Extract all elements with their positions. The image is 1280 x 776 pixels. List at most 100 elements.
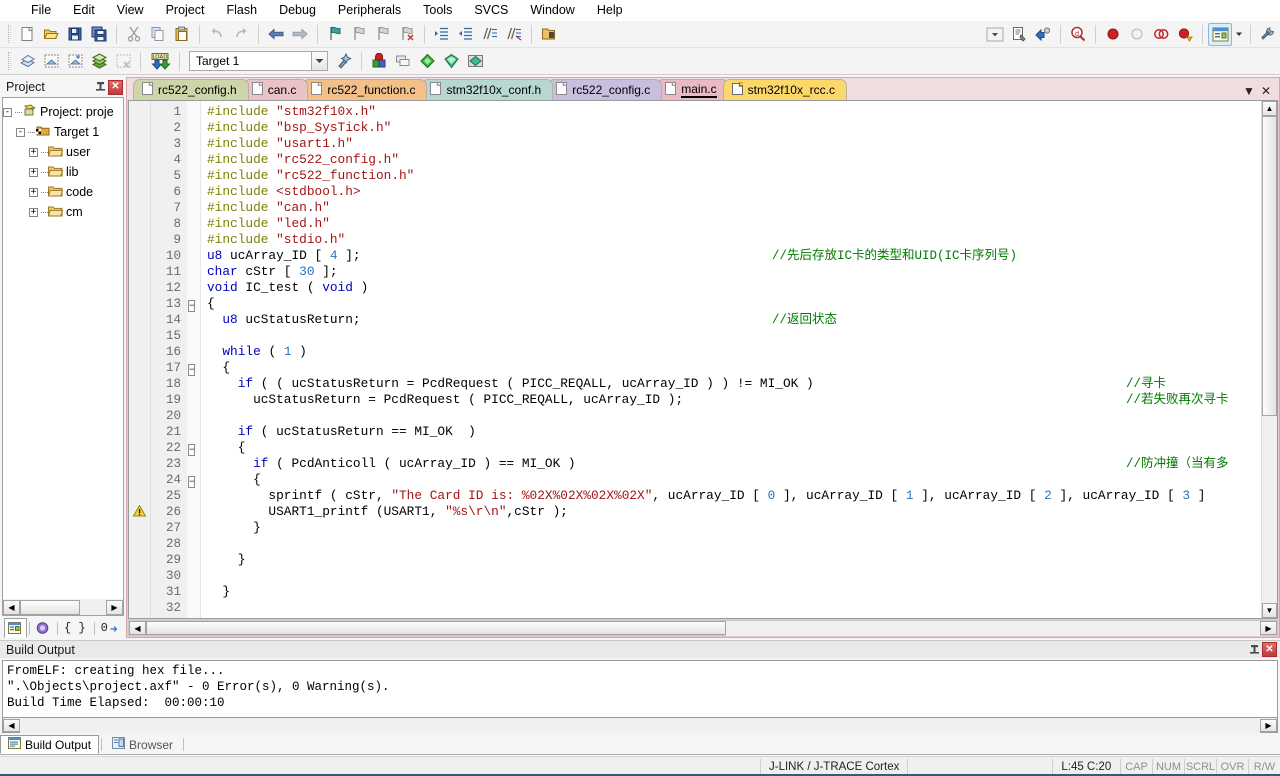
navigate-forward-icon[interactable] xyxy=(288,23,312,46)
code-line[interactable]: #include <stdbool.h> xyxy=(207,184,1261,200)
tree-node-project-proje[interactable]: -Project: proje xyxy=(3,102,123,122)
code-editor[interactable]: 1234567891011121314151617181920212223242… xyxy=(128,100,1278,619)
breakpoint-kill-all-icon[interactable] xyxy=(1149,23,1173,46)
manage-project-items-icon[interactable] xyxy=(391,50,415,73)
close-icon[interactable]: ✕ xyxy=(1262,642,1277,657)
toolbar-grip[interactable] xyxy=(8,52,11,70)
menu-item-project[interactable]: Project xyxy=(155,1,216,19)
fold-marker[interactable] xyxy=(187,600,200,616)
tree-expander[interactable]: - xyxy=(16,128,25,137)
close-icon[interactable]: ✕ xyxy=(1261,85,1271,97)
build-output-text[interactable]: FromELF: creating hex file...".\Objects\… xyxy=(2,660,1278,718)
code-line[interactable] xyxy=(207,600,1261,616)
project-view-icon[interactable]: ‌ xyxy=(4,618,27,638)
cut-icon[interactable] xyxy=(122,23,146,46)
code-line[interactable]: sprintf ( cStr, "The Card ID is: %02X%02… xyxy=(207,488,1261,504)
comment-icon[interactable] xyxy=(478,23,502,46)
fold-marker[interactable] xyxy=(187,568,200,584)
code-line[interactable] xyxy=(207,408,1261,424)
templates-view-icon[interactable]: 0 ‌ xyxy=(97,618,125,638)
editor-tab-can-c[interactable]: can.c xyxy=(243,79,309,100)
fold-marker[interactable] xyxy=(187,504,200,520)
open-folder-icon[interactable] xyxy=(537,23,561,46)
code-line[interactable]: #include "bsp_SysTick.h" xyxy=(207,120,1261,136)
bottom-tab-build-output[interactable]: Build Output xyxy=(0,735,99,754)
code-line[interactable]: #include "rc522_config.h" xyxy=(207,152,1261,168)
menu-item-peripherals[interactable]: Peripherals xyxy=(327,1,412,19)
tree-node-target-1[interactable]: -Target 1 xyxy=(3,122,123,142)
scroll-up-icon[interactable]: ▲ xyxy=(1262,101,1277,116)
code-line[interactable]: { xyxy=(207,440,1261,456)
open-file-icon[interactable] xyxy=(39,23,63,46)
code-line[interactable]: while ( 1 ) xyxy=(207,344,1261,360)
code-line[interactable]: void IC_test ( void ) xyxy=(207,280,1261,296)
bookmark-clear-icon[interactable] xyxy=(395,23,419,46)
fold-marker[interactable] xyxy=(187,392,200,408)
fold-marker[interactable] xyxy=(187,312,200,328)
menu-item-edit[interactable]: Edit xyxy=(62,1,106,19)
scroll-right-icon[interactable]: ▶ xyxy=(1260,719,1277,732)
books-view-icon[interactable]: ‌ xyxy=(32,618,55,638)
save-all-icon[interactable] xyxy=(87,23,111,46)
code-line[interactable] xyxy=(207,328,1261,344)
vscroll-track[interactable] xyxy=(1262,416,1277,603)
fold-marker[interactable] xyxy=(187,520,200,536)
tree-node-lib[interactable]: +lib xyxy=(3,162,123,182)
fold-marker[interactable] xyxy=(187,344,200,360)
editor-tab-rc522-function-c[interactable]: rc522_function.c xyxy=(302,79,427,100)
code-line[interactable]: #include "rc522_function.h" xyxy=(207,168,1261,184)
menu-item-help[interactable]: Help xyxy=(586,1,634,19)
menu-item-window[interactable]: Window xyxy=(519,1,585,19)
breakpoint-disable-icon[interactable] xyxy=(1125,23,1149,46)
code-line[interactable]: ucStatusReturn = PcdRequest ( PICC_REQAL… xyxy=(207,392,1261,408)
target-options-wizard-icon[interactable] xyxy=(332,50,356,73)
tree-expander[interactable]: - xyxy=(3,108,12,117)
hscroll-track[interactable] xyxy=(80,600,106,615)
hscroll-track[interactable] xyxy=(20,718,1260,733)
fold-marker[interactable] xyxy=(187,536,200,552)
editor-hscrollbar[interactable]: ◀ ▶ xyxy=(128,619,1278,637)
scroll-left-icon[interactable]: ◀ xyxy=(3,719,20,732)
menu-item-debug[interactable]: Debug xyxy=(268,1,327,19)
svcs-icon[interactable] xyxy=(439,50,463,73)
code-line[interactable] xyxy=(207,568,1261,584)
manage-windows-icon[interactable] xyxy=(1208,23,1232,46)
fold-marker[interactable]: − xyxy=(187,472,200,488)
redo-icon[interactable] xyxy=(229,23,253,46)
fold-marker[interactable] xyxy=(187,456,200,472)
indent-icon[interactable] xyxy=(430,23,454,46)
breakpoint-disable-all-icon[interactable] xyxy=(1173,23,1197,46)
tree-expander[interactable]: + xyxy=(29,168,38,177)
navigate-back-icon[interactable] xyxy=(264,23,288,46)
code-line[interactable]: u8 ucArray_ID [ 4 ]; xyxy=(207,248,1261,264)
menu-item-svcs[interactable]: SVCS xyxy=(463,1,519,19)
tree-expander[interactable]: + xyxy=(29,188,38,197)
fold-marker[interactable] xyxy=(187,120,200,136)
editor-tab-main-c[interactable]: main.c xyxy=(656,79,728,100)
download-icon[interactable]: LOAD xyxy=(146,50,174,73)
editor-tab-rc522-config-h[interactable]: rc522_config.h xyxy=(133,79,249,100)
fold-marker[interactable] xyxy=(187,152,200,168)
fold-marker[interactable] xyxy=(187,408,200,424)
start-debug-icon[interactable] xyxy=(1031,23,1055,46)
fold-marker[interactable] xyxy=(187,376,200,392)
manage-runtime-icon[interactable] xyxy=(463,50,487,73)
hscroll-track[interactable] xyxy=(726,621,1260,636)
fold-marker[interactable] xyxy=(187,232,200,248)
scroll-left-icon[interactable]: ◀ xyxy=(129,621,146,635)
manage-windows-arrow-icon[interactable] xyxy=(1232,23,1245,46)
copy-icon[interactable] xyxy=(146,23,170,46)
chevron-down-icon[interactable]: ▼ xyxy=(1243,85,1255,97)
batch-build-icon[interactable] xyxy=(87,50,111,73)
editor-tab-stm32f10x-conf-h[interactable]: stm32f10x_conf.h xyxy=(421,79,553,100)
fold-marker[interactable]: − xyxy=(187,296,200,312)
code-line[interactable]: } xyxy=(207,584,1261,600)
code-line[interactable]: #include "stdio.h" xyxy=(207,232,1261,248)
bookmark-next-icon[interactable] xyxy=(371,23,395,46)
fold-marker[interactable] xyxy=(187,328,200,344)
code-line[interactable]: USART1_printf (USART1, "%s\r\n",cStr ); xyxy=(207,504,1261,520)
tree-node-cm[interactable]: +cm xyxy=(3,202,123,222)
fold-marker[interactable] xyxy=(187,136,200,152)
fold-marker[interactable] xyxy=(187,184,200,200)
target-name-field[interactable]: Target 1 xyxy=(189,51,311,71)
